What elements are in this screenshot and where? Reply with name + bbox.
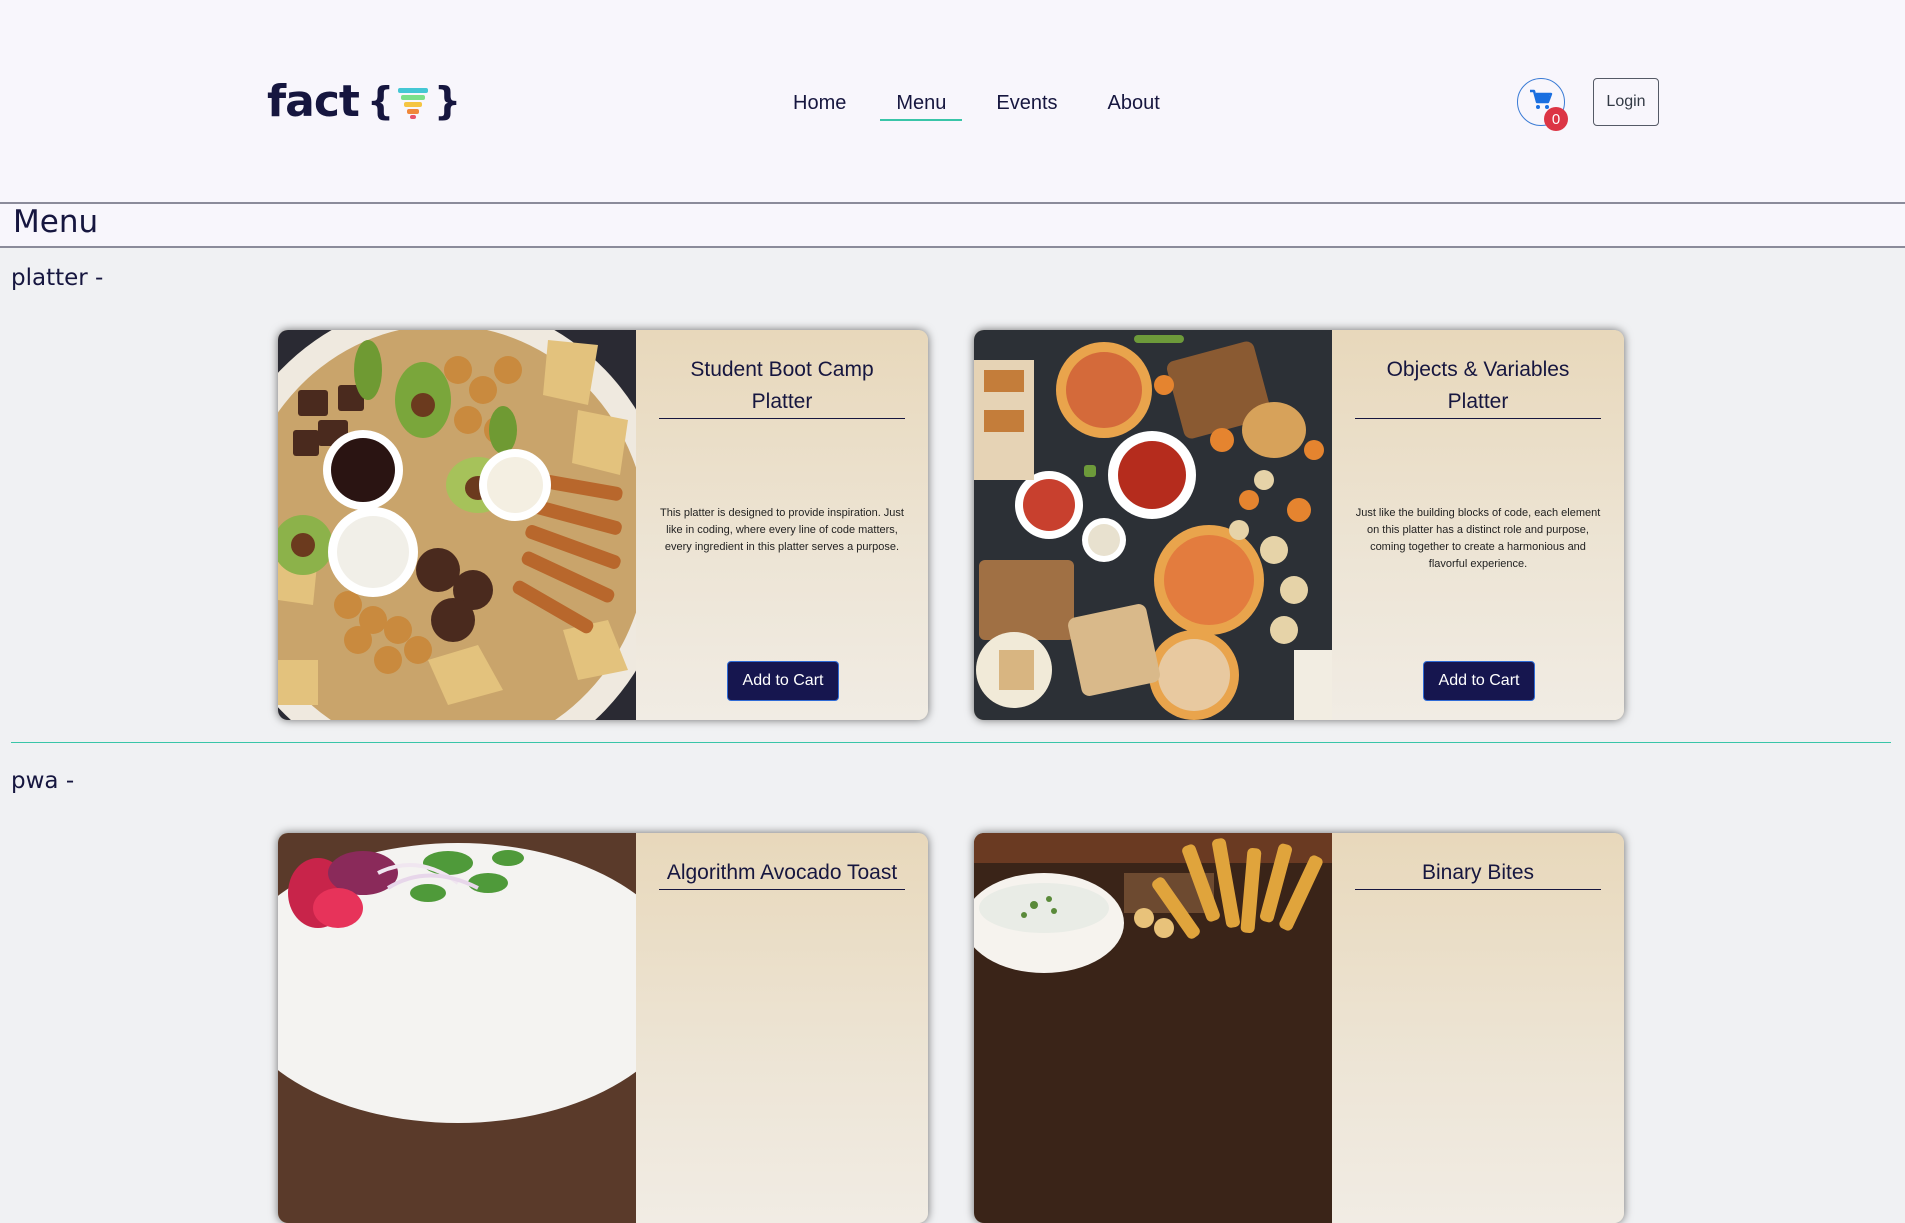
cart-button[interactable]: 0: [1517, 78, 1568, 131]
logo-close-brace: }: [434, 79, 462, 123]
nav-about[interactable]: About: [1092, 88, 1176, 121]
page-title-bar: Menu: [0, 204, 1905, 248]
card-description: This platter is designed to provide insp…: [660, 507, 904, 553]
site-header: fact { } Home Menu Events About 0 Login: [0, 0, 1905, 204]
logo-open-brace: {: [366, 79, 395, 123]
card-body: Student Boot Camp Platter This platter i…: [636, 330, 928, 720]
logo-text: fact: [267, 75, 360, 127]
page-title: Menu: [13, 204, 99, 240]
menu-card: Objects & Variables Platter Just like th…: [974, 330, 1624, 720]
menu-card: Binary Bites: [974, 833, 1624, 1223]
login-button[interactable]: Login: [1593, 78, 1659, 126]
objects-platter-image: [974, 330, 1332, 720]
menu-card: Student Boot Camp Platter This platter i…: [278, 330, 928, 720]
brand-logo[interactable]: fact { }: [267, 75, 462, 127]
card-title: Algorithm Avocado Toast: [659, 857, 905, 890]
nav-home[interactable]: Home: [777, 88, 862, 121]
card-title: Student Boot Camp Platter: [659, 354, 905, 419]
card-title: Binary Bites: [1355, 857, 1601, 890]
cart-count-badge: 0: [1544, 107, 1568, 131]
nav-events[interactable]: Events: [980, 88, 1073, 121]
add-to-cart-button[interactable]: Add to Cart: [1423, 661, 1535, 701]
card-body: Algorithm Avocado Toast: [636, 833, 928, 1223]
card-title: Objects & Variables Platter: [1355, 354, 1601, 419]
section-title-pwa: pwa -: [11, 768, 75, 794]
student-platter-image: [278, 330, 636, 720]
card-body: Binary Bites: [1332, 833, 1624, 1223]
add-to-cart-button[interactable]: Add to Cart: [727, 661, 839, 701]
menu-card: Algorithm Avocado Toast: [278, 833, 928, 1223]
nav-menu[interactable]: Menu: [880, 88, 963, 121]
main-nav: Home Menu Events About: [777, 88, 1194, 121]
section-divider: [11, 742, 1891, 743]
card-body: Objects & Variables Platter Just like th…: [1332, 330, 1624, 720]
logo-v-icon: [396, 82, 430, 120]
binary-bites-image: [974, 833, 1332, 1223]
card-description: Just like the building blocks of code, e…: [1355, 507, 1601, 570]
avocado-toast-image: [278, 833, 636, 1223]
section-title-platter: platter -: [11, 265, 104, 291]
